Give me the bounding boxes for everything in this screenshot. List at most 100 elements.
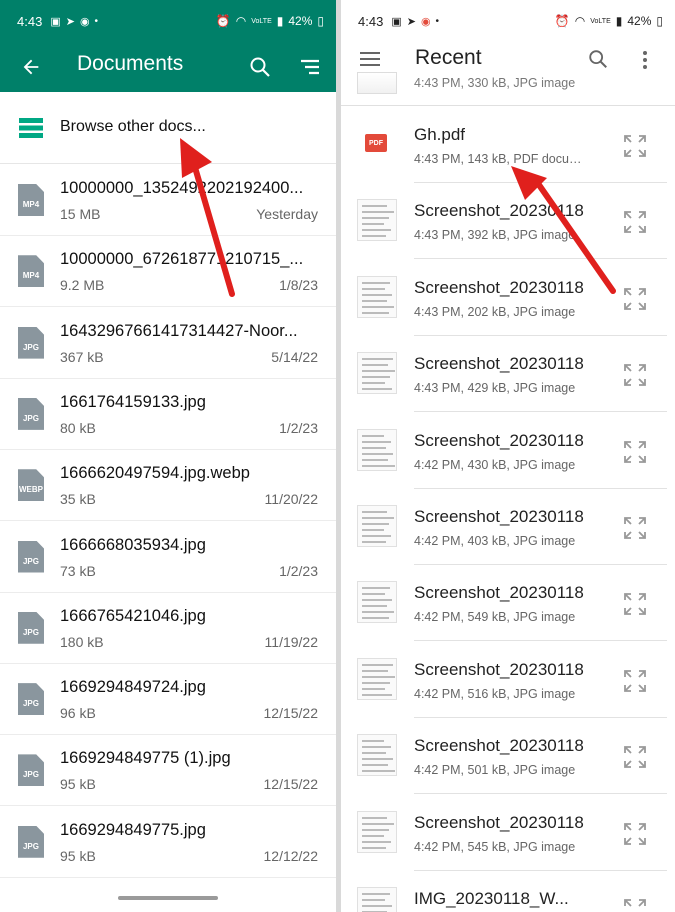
file-name: Screenshot_20230118 xyxy=(414,277,584,297)
expand-preview-icon[interactable] xyxy=(622,668,648,694)
more-options-icon[interactable] xyxy=(640,49,650,71)
sort-icon[interactable] xyxy=(299,57,321,77)
image-thumbnail xyxy=(357,275,397,318)
document-row[interactable]: JPG 1669294849724.jpg 96 kB 12/15/22 xyxy=(0,664,336,736)
file-name: Screenshot_20230118 xyxy=(414,430,584,450)
file-name: Screenshot_20230118 xyxy=(414,354,584,374)
document-row[interactable]: JPG 1669294849775.jpg 95 kB 12/12/22 xyxy=(0,807,336,878)
file-size: 180 kB xyxy=(60,633,104,650)
file-meta: 4:42 PM, 549 kB, JPG image xyxy=(414,610,576,625)
file-meta: 4:42 PM, 403 kB, JPG image xyxy=(414,534,576,548)
expand-preview-icon[interactable] xyxy=(622,591,648,617)
signal-icon: ▮ xyxy=(276,14,284,28)
expand-preview-icon[interactable] xyxy=(622,515,648,541)
document-row[interactable]: JPG 1669294849775 (1).jpg 95 kB 12/15/22 xyxy=(0,735,336,807)
document-row[interactable]: JPG 1666668035934.jpg 73 kB 1/2/23 xyxy=(0,522,336,593)
telegram-notification-icon: ➤ xyxy=(406,15,416,28)
gesture-nav-bar xyxy=(0,886,336,912)
partial-list-item[interactable]: 4:43 PM, 330 kB, JPG image xyxy=(341,72,675,106)
file-name: Screenshot_20230118 xyxy=(414,583,584,603)
recent-file-row[interactable]: Screenshot_20230118 4:42 PM, 403 kB, JPG … xyxy=(341,489,675,565)
app-bar: Documents xyxy=(0,42,336,92)
browse-other-docs-row[interactable]: Browse other docs... xyxy=(0,92,336,164)
search-icon[interactable] xyxy=(248,55,272,79)
file-type-icon: WEBP xyxy=(18,469,44,502)
file-size: 96 kB xyxy=(60,705,96,722)
recent-file-row[interactable]: Screenshot_20230118 4:42 PM, 516 kB, JPG … xyxy=(341,642,675,718)
signal-icon: ▮ xyxy=(615,14,623,28)
expand-preview-icon[interactable] xyxy=(622,897,648,912)
file-meta: 4:42 PM, 430 kB, JPG image xyxy=(414,457,576,472)
file-type-icon: JPG xyxy=(18,611,44,644)
telegram-notification-icon: ➤ xyxy=(65,15,75,28)
file-meta: 4:43 PM, 330 kB, JPG image xyxy=(414,76,576,90)
document-row[interactable]: MP4 10000000_1352492202192400... 15 MB Yest… xyxy=(0,165,336,236)
page-title: Recent xyxy=(415,46,482,69)
expand-preview-icon[interactable] xyxy=(622,362,648,388)
documents-picker-screen: 4:43 ▣ ➤ ◉ • ⏰ ◠ VoLTE ▮ 42% ▯ Documents… xyxy=(0,0,336,912)
file-date: 5/14/22 xyxy=(271,348,318,365)
network-type: VoLTE xyxy=(590,17,611,25)
home-gesture-pill[interactable] xyxy=(118,896,218,900)
gallery-notification-icon: ▣ xyxy=(50,15,61,28)
file-name: Screenshot_20230118 xyxy=(414,507,584,526)
recent-file-row[interactable]: Screenshot_20230118 4:42 PM, 501 kB, JPG … xyxy=(341,718,675,795)
file-type-icon: JPG xyxy=(18,683,44,716)
battery-percent: 42% xyxy=(288,14,313,28)
back-arrow-icon[interactable] xyxy=(20,56,42,78)
file-name: Gh.pdf xyxy=(414,125,466,144)
image-thumbnail xyxy=(357,428,397,471)
file-date: 1/8/23 xyxy=(279,277,318,294)
file-type-icon: JPG xyxy=(18,326,44,359)
recent-file-row[interactable]: PDF Gh.pdf 4:43 PM, 143 kB, PDF document xyxy=(341,107,675,183)
search-icon[interactable] xyxy=(587,48,609,70)
wifi-icon: ◠ xyxy=(574,14,586,28)
file-meta: 4:42 PM, 516 kB, JPG image xyxy=(414,686,576,701)
recent-file-row[interactable]: IMG_20230118_W... xyxy=(341,871,675,912)
expand-preview-icon[interactable] xyxy=(622,439,648,465)
expand-preview-icon[interactable] xyxy=(622,821,648,847)
expand-preview-icon[interactable] xyxy=(622,133,648,159)
file-date: 12/15/22 xyxy=(263,705,319,722)
expand-preview-icon[interactable] xyxy=(622,744,648,770)
hamburger-menu-icon[interactable] xyxy=(359,50,381,68)
image-thumbnail xyxy=(357,352,397,395)
browse-other-docs-label: Browse other docs... xyxy=(60,118,206,135)
document-row[interactable]: JPG 1666765421046.jpg 180 kB 11/19/22 xyxy=(0,593,336,664)
file-type-icon: JPG xyxy=(18,754,44,787)
document-row[interactable]: JPG 1661764159133.jpg 80 kB 1/2/23 xyxy=(0,379,336,450)
status-right: ⏰ ◠ VoLTE ▮ 42% ▯ xyxy=(555,14,663,28)
battery-icon: ▯ xyxy=(317,14,324,28)
recent-file-row[interactable]: Screenshot_20230118 4:43 PM, 429 kB, JPG … xyxy=(341,336,675,413)
file-date: 1/2/23 xyxy=(279,562,318,579)
page-title: Documents xyxy=(77,52,184,75)
battery-icon: ▯ xyxy=(656,14,663,28)
document-row[interactable]: WEBP 1666620497594.jpg.webp 35 kB 11/20/22 xyxy=(0,450,336,522)
network-type: VoLTE xyxy=(251,17,272,25)
file-date: Yesterday xyxy=(256,206,318,222)
recent-file-row[interactable]: Screenshot_20230118 4:42 PM, 430 kB, JPG … xyxy=(341,413,675,489)
status-time: 4:43 xyxy=(358,13,384,29)
file-size: 80 kB xyxy=(60,419,96,436)
file-meta: 4:43 PM, 143 kB, PDF document xyxy=(414,152,584,166)
gallery-notification-icon: ▣ xyxy=(391,15,402,28)
file-meta: 4:43 PM, 202 kB, JPG image xyxy=(414,304,576,319)
document-row[interactable]: MP4 10000000_672618771210715_... 9.2 MB 1/8… xyxy=(0,236,336,308)
more-notifications-dot-icon: • xyxy=(435,15,440,27)
recent-file-row[interactable]: Screenshot_20230118 4:42 PM, 545 kB, JPG … xyxy=(341,795,675,871)
file-meta: 4:43 PM, 429 kB, JPG image xyxy=(414,381,576,396)
recent-file-row[interactable]: Screenshot_20230118 4:43 PM, 392 kB, JPG … xyxy=(341,183,675,260)
list-stack-icon xyxy=(19,118,43,138)
file-name: 10000000_672618771210715_... xyxy=(60,250,304,269)
app-notification-icon: ◉ xyxy=(79,15,90,28)
file-date: 11/20/22 xyxy=(264,491,318,508)
expand-preview-icon[interactable] xyxy=(622,286,648,312)
recent-file-row[interactable]: Screenshot_20230118 4:43 PM, 202 kB, JPG … xyxy=(341,260,675,336)
file-size: 15 MB xyxy=(60,206,101,222)
document-row[interactable]: JPG 16432967661417314427-Noor... 367 kB 5/1… xyxy=(0,308,336,379)
recent-file-row[interactable]: Screenshot_20230118 4:42 PM, 549 kB, JPG … xyxy=(341,565,675,642)
file-name: 1666668035934.jpg xyxy=(60,535,206,554)
expand-preview-icon[interactable] xyxy=(622,209,648,235)
image-thumbnail xyxy=(357,72,397,94)
file-name: IMG_20230118_W... xyxy=(414,889,569,908)
